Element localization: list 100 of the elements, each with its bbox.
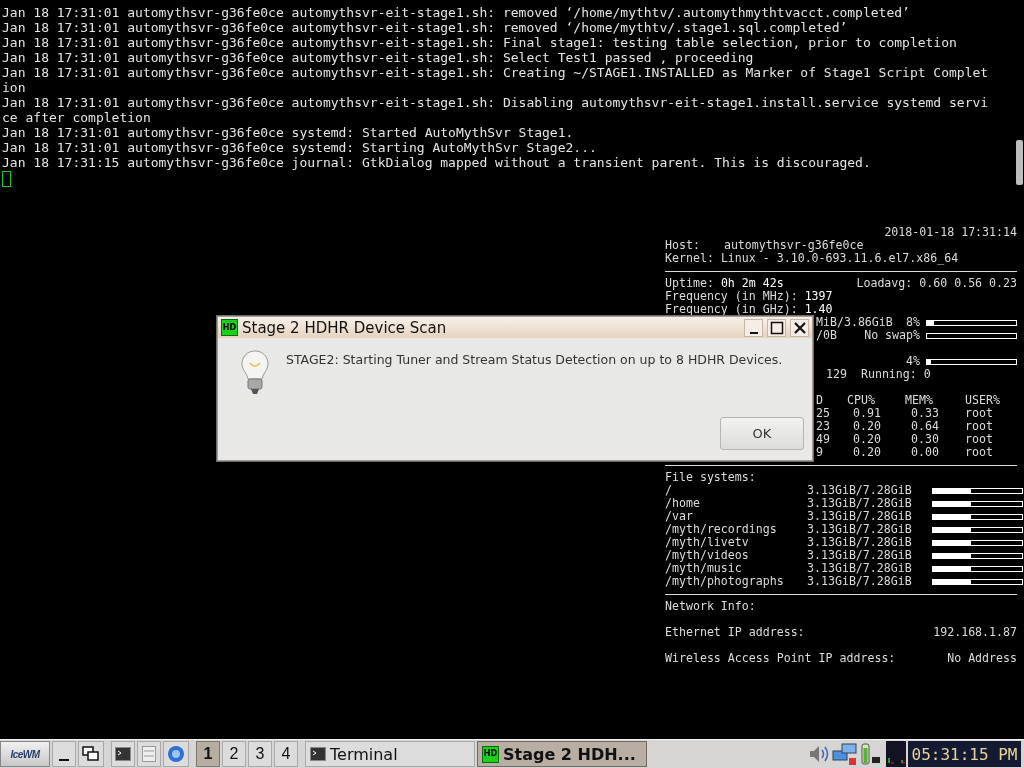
window-title: Stage 2 HDHR Device Scan	[242, 318, 448, 337]
info-label: Frequency (in GHz):	[665, 303, 798, 316]
info-value: 192.168.1.87	[933, 626, 1017, 639]
minimize-icon	[749, 331, 758, 334]
network-icon[interactable]	[832, 742, 858, 766]
table-cell-text: 23	[816, 420, 831, 433]
table-cell-text: 25	[816, 407, 831, 420]
file-cabinet-icon	[142, 746, 156, 762]
disk-usage: 3.13GiB/7.28GiB	[807, 484, 913, 497]
task-button[interactable]: HD Stage 2 HDH...	[477, 741, 647, 767]
table-cell-text: 9	[816, 446, 824, 459]
percent-text: No swap%	[864, 329, 920, 342]
close-button[interactable]	[790, 318, 809, 337]
disk-usage: 3.13GiB/7.28GiB	[807, 510, 913, 523]
table-cell-text: root	[964, 433, 994, 446]
percent-text: 8%	[906, 316, 920, 329]
disk-usage: 3.13GiB/7.28GiB	[807, 575, 913, 588]
workspace-button[interactable]: 4	[274, 741, 298, 767]
close-icon	[792, 320, 807, 335]
section-title: Network Info:	[665, 600, 756, 613]
table-cell-text: 0.91	[852, 407, 882, 420]
disk-usage: 3.13GiB/7.28GiB	[807, 523, 913, 536]
globe-icon	[167, 745, 185, 763]
clock[interactable]: 05:31:15 PM	[908, 741, 1021, 767]
table-cell-text: root	[964, 407, 994, 420]
log-line: Jan 18 17:31:01 automythsvr-g36fe0ce automythsvr-eit-stage1.sh: Creating ~/STAGE1.INSTALLED as Marker of Stage1 Script Complet	[2, 65, 990, 80]
info-value: 1.40	[804, 303, 833, 316]
light-bulb-icon	[240, 350, 270, 396]
info-label: Uptime:	[665, 277, 714, 290]
column-header: D	[816, 394, 824, 407]
table-cell-text: 0.00	[910, 446, 940, 459]
log-line: Jan 18 17:31:01 automythsvr-g36fe0ce automythsvr-eit-stage1.sh: removed ‘/home/mythtv/.automythmythtvacct.completed’	[2, 5, 911, 20]
dialog-message: STAGE2: Starting Tuner and Stream Status Detection on up to 8 HDHR Devices.	[286, 351, 783, 369]
info-value: automythsvr-g36fe0ce	[723, 239, 864, 252]
log-line: ion	[2, 80, 27, 95]
text-cursor	[2, 171, 11, 187]
terminal-launcher[interactable]	[111, 741, 135, 767]
window-list-button[interactable]	[78, 741, 104, 767]
workspace-button[interactable]: 3	[248, 741, 272, 767]
mount-point: /myth/recordings	[665, 523, 778, 536]
mount-point: /myth/livetv	[665, 536, 749, 549]
table-cell-text: root	[964, 446, 994, 459]
column-header: USER%	[964, 394, 1001, 407]
log-line: ce after completion	[2, 110, 152, 125]
terminal-icon	[310, 747, 326, 761]
table-cell-text: 0.20	[852, 433, 882, 446]
disk-usage: 3.13GiB/7.28GiB	[807, 562, 913, 575]
process-count: 129	[826, 368, 847, 381]
workspace-button[interactable]: 1	[196, 741, 220, 767]
mount-point: /var	[665, 510, 694, 523]
info-value: 0h 2m 42s	[720, 277, 784, 290]
swap-usage: /0B	[816, 329, 837, 342]
browser-launcher[interactable]	[163, 741, 189, 767]
disk-usage: 3.13GiB/7.28GiB	[807, 497, 913, 510]
table-cell-text: 49	[816, 433, 831, 446]
mount-point: /myth/music	[665, 562, 742, 575]
info-value: 1397	[804, 290, 833, 303]
cpu-graph	[886, 741, 906, 767]
minimize-button[interactable]	[744, 318, 763, 337]
table-cell-text: 0.64	[910, 420, 940, 433]
info-label: Ethernet IP address:	[665, 626, 805, 639]
mount-point: /	[665, 484, 673, 497]
app-icon: HD	[482, 745, 499, 763]
table-cell-text: root	[964, 420, 994, 433]
table-cell-text: 0.20	[852, 446, 882, 459]
task-button[interactable]: Terminal	[305, 741, 475, 767]
log-line: Jan 18 17:31:01 automythsvr-g36fe0ce systemd: Started AutoMythSvr Stage1.	[2, 125, 575, 140]
underscore-icon	[59, 759, 69, 761]
maximize-button[interactable]	[767, 318, 786, 337]
date-time: 2018-01-18 17:31:14	[884, 226, 1017, 239]
column-header: CPU%	[847, 394, 876, 407]
info-label: Host:	[665, 239, 700, 252]
start-button[interactable]: IceWM	[0, 741, 50, 767]
maximize-icon	[769, 320, 784, 335]
workspace-button[interactable]: 2	[222, 741, 246, 767]
info-label: Wireless Access Point IP address:	[665, 652, 896, 665]
terminal-icon	[115, 747, 131, 761]
show-desktop-button[interactable]	[52, 741, 76, 767]
log-line: Jan 18 17:31:15 automythsvr-g36fe0ce journal: GtkDialog mapped without a transient parent. This is discouraged.	[2, 155, 872, 170]
load-average: Loadavg: 0.60 0.56 0.23	[856, 277, 1017, 290]
log-line: Jan 18 17:31:01 automythsvr-g36fe0ce automythsvr-eit-stage1.sh: Final stage1: testing table selection, prior to completion	[2, 35, 958, 50]
memory-usage: MiB/3.86GiB	[816, 316, 893, 329]
info-value: No Address	[947, 652, 1017, 665]
log-line: Jan 18 17:31:01 automythsvr-g36fe0ce automythsvr-eit-stage1.sh: removed ‘/home/mythtv/.stage1.sql.completed’	[2, 20, 849, 35]
column-header: MEM%	[905, 394, 934, 407]
mount-point: /myth/videos	[665, 549, 750, 562]
log-line: Jan 18 17:31:01 automythsvr-g36fe0ce systemd: Starting AutoMythSvr Stage2...	[2, 140, 598, 155]
app-icon: HD	[221, 319, 238, 336]
running-count: Running: 0	[860, 368, 931, 381]
ok-button[interactable]: OK	[720, 417, 804, 450]
windows-icon	[82, 746, 100, 762]
info-value: Linux - 3.10.0-693.11.6.el7.x86_64	[720, 252, 959, 265]
table-cell-text: 0.30	[910, 433, 940, 446]
info-label: Kernel:	[665, 252, 714, 265]
table-cell-text: 0.33	[910, 407, 940, 420]
log-line: Jan 18 17:31:01 automythsvr-g36fe0ce automythsvr-eit-stage1.sh: Select Test1 passed , proceeding	[2, 50, 755, 65]
disk-usage: 3.13GiB/7.28GiB	[807, 549, 913, 562]
table-cell-text: 0.20	[852, 420, 882, 433]
section-title: File systems:	[665, 471, 756, 484]
mount-point: /home	[665, 497, 701, 510]
